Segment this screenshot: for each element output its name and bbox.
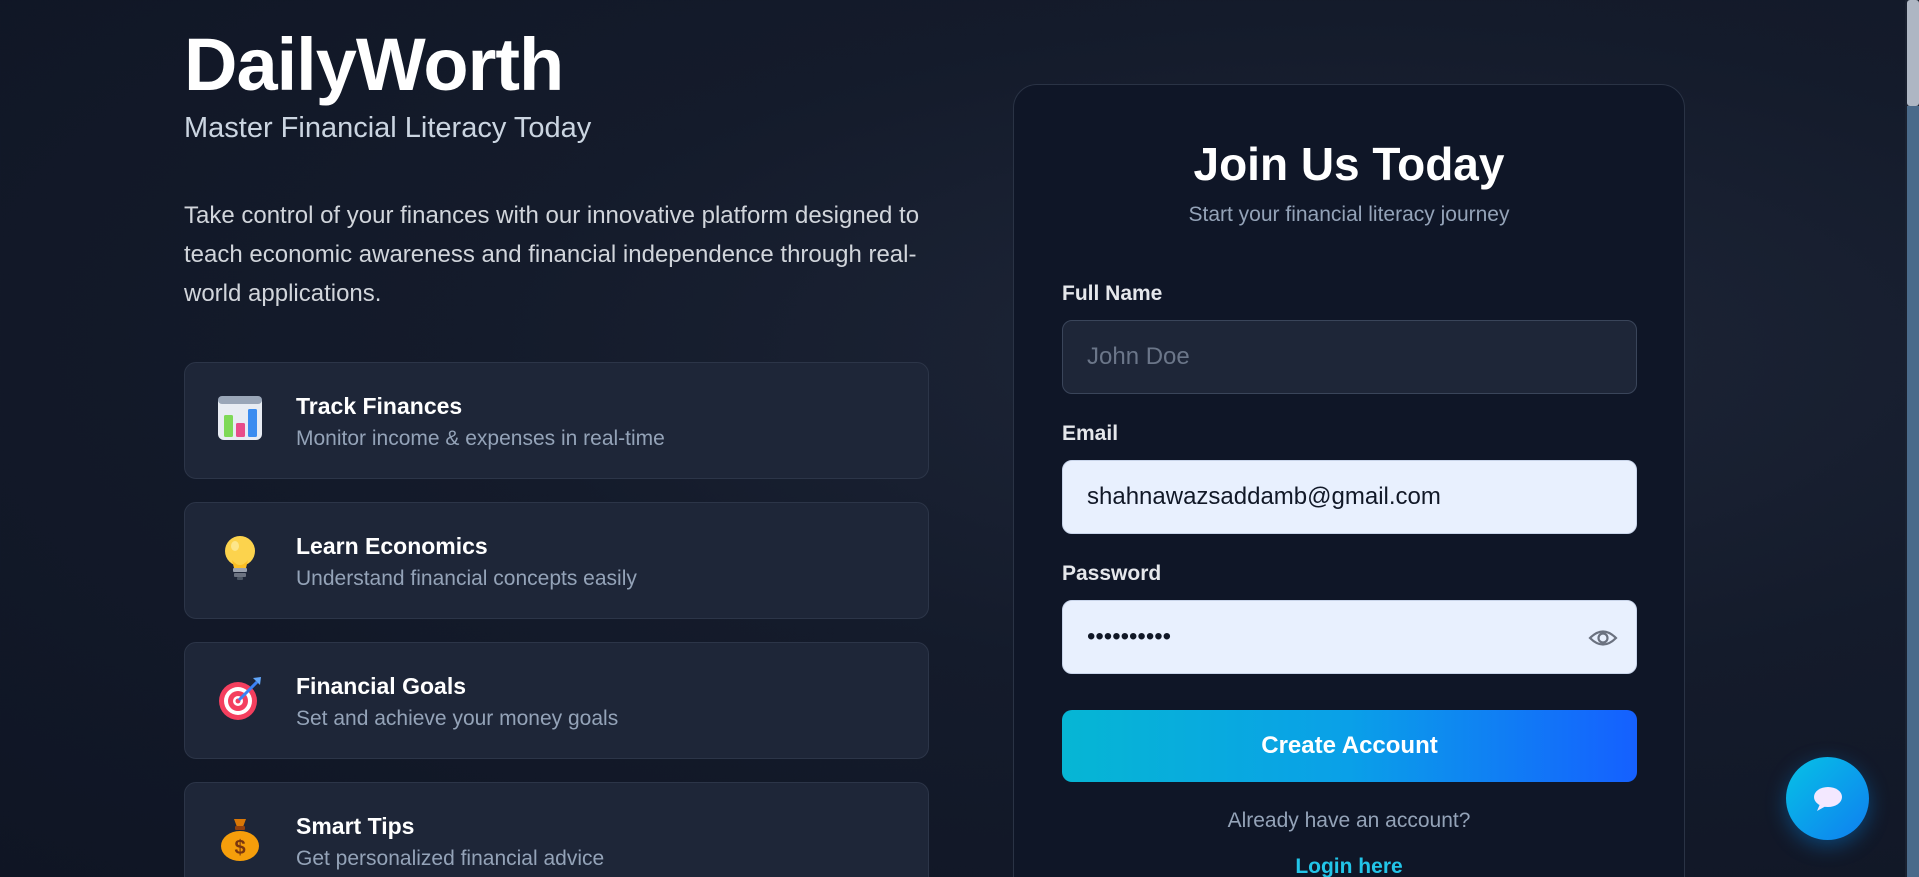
password-field <box>1062 600 1637 674</box>
scrollbar-thumb[interactable] <box>1907 0 1919 106</box>
have-account-text: Already have an account? <box>1227 809 1471 832</box>
full-name-field <box>1062 320 1637 394</box>
email-label: Email <box>1062 422 1119 445</box>
feature-title: Learn Economics <box>296 533 488 559</box>
feature-card-smart-tips: $ Smart Tips Get personalized financial … <box>184 782 929 877</box>
scrollbar-rail <box>1907 106 1919 877</box>
password-label: Password <box>1062 562 1162 585</box>
svg-text:$: $ <box>234 837 245 859</box>
feature-card-financial-goals: Financial Goals Set and achieve your mon… <box>184 642 929 759</box>
feature-description: Set and achieve your money goals <box>296 707 619 730</box>
target-icon <box>217 673 263 723</box>
email-input[interactable] <box>1063 461 1636 533</box>
feature-description: Get personalized financial advice <box>296 847 605 870</box>
email-field <box>1062 460 1637 534</box>
chat-button[interactable] <box>1786 757 1869 840</box>
feature-title: Track Finances <box>296 393 463 419</box>
feature-card-learn-economics: Learn Economics Understand financial con… <box>184 502 929 619</box>
feature-title: Smart Tips <box>296 813 415 839</box>
signup-card: Join Us Today Start your financial liter… <box>1013 84 1685 877</box>
full-name-label: Full Name <box>1062 282 1163 305</box>
chat-bubble-icon <box>1813 786 1842 811</box>
intro-paragraph: Take control of your finances with our i… <box>184 202 920 307</box>
brand-title: DailyWorth <box>184 23 564 106</box>
feature-description: Monitor income & expenses in real-time <box>296 427 665 450</box>
money-bag-icon: $ <box>217 813 263 863</box>
brand-subtitle: Master Financial Literacy Today <box>184 112 592 144</box>
lightbulb-icon <box>217 533 263 583</box>
feature-title: Financial Goals <box>296 673 466 699</box>
feature-card-track-finances: Track Finances Monitor income & expenses… <box>184 362 929 479</box>
login-link[interactable]: Login here <box>1014 855 1684 877</box>
password-input[interactable] <box>1063 601 1636 673</box>
signup-subtitle: Start your financial literacy journey <box>1188 203 1510 226</box>
full-name-input[interactable] <box>1063 321 1636 393</box>
bar-chart-icon <box>217 393 263 443</box>
signup-title: Join Us Today <box>1193 138 1505 190</box>
eye-icon[interactable] <box>1588 624 1618 652</box>
create-account-button[interactable]: Create Account <box>1062 710 1637 782</box>
feature-description: Understand financial concepts easily <box>296 567 637 590</box>
